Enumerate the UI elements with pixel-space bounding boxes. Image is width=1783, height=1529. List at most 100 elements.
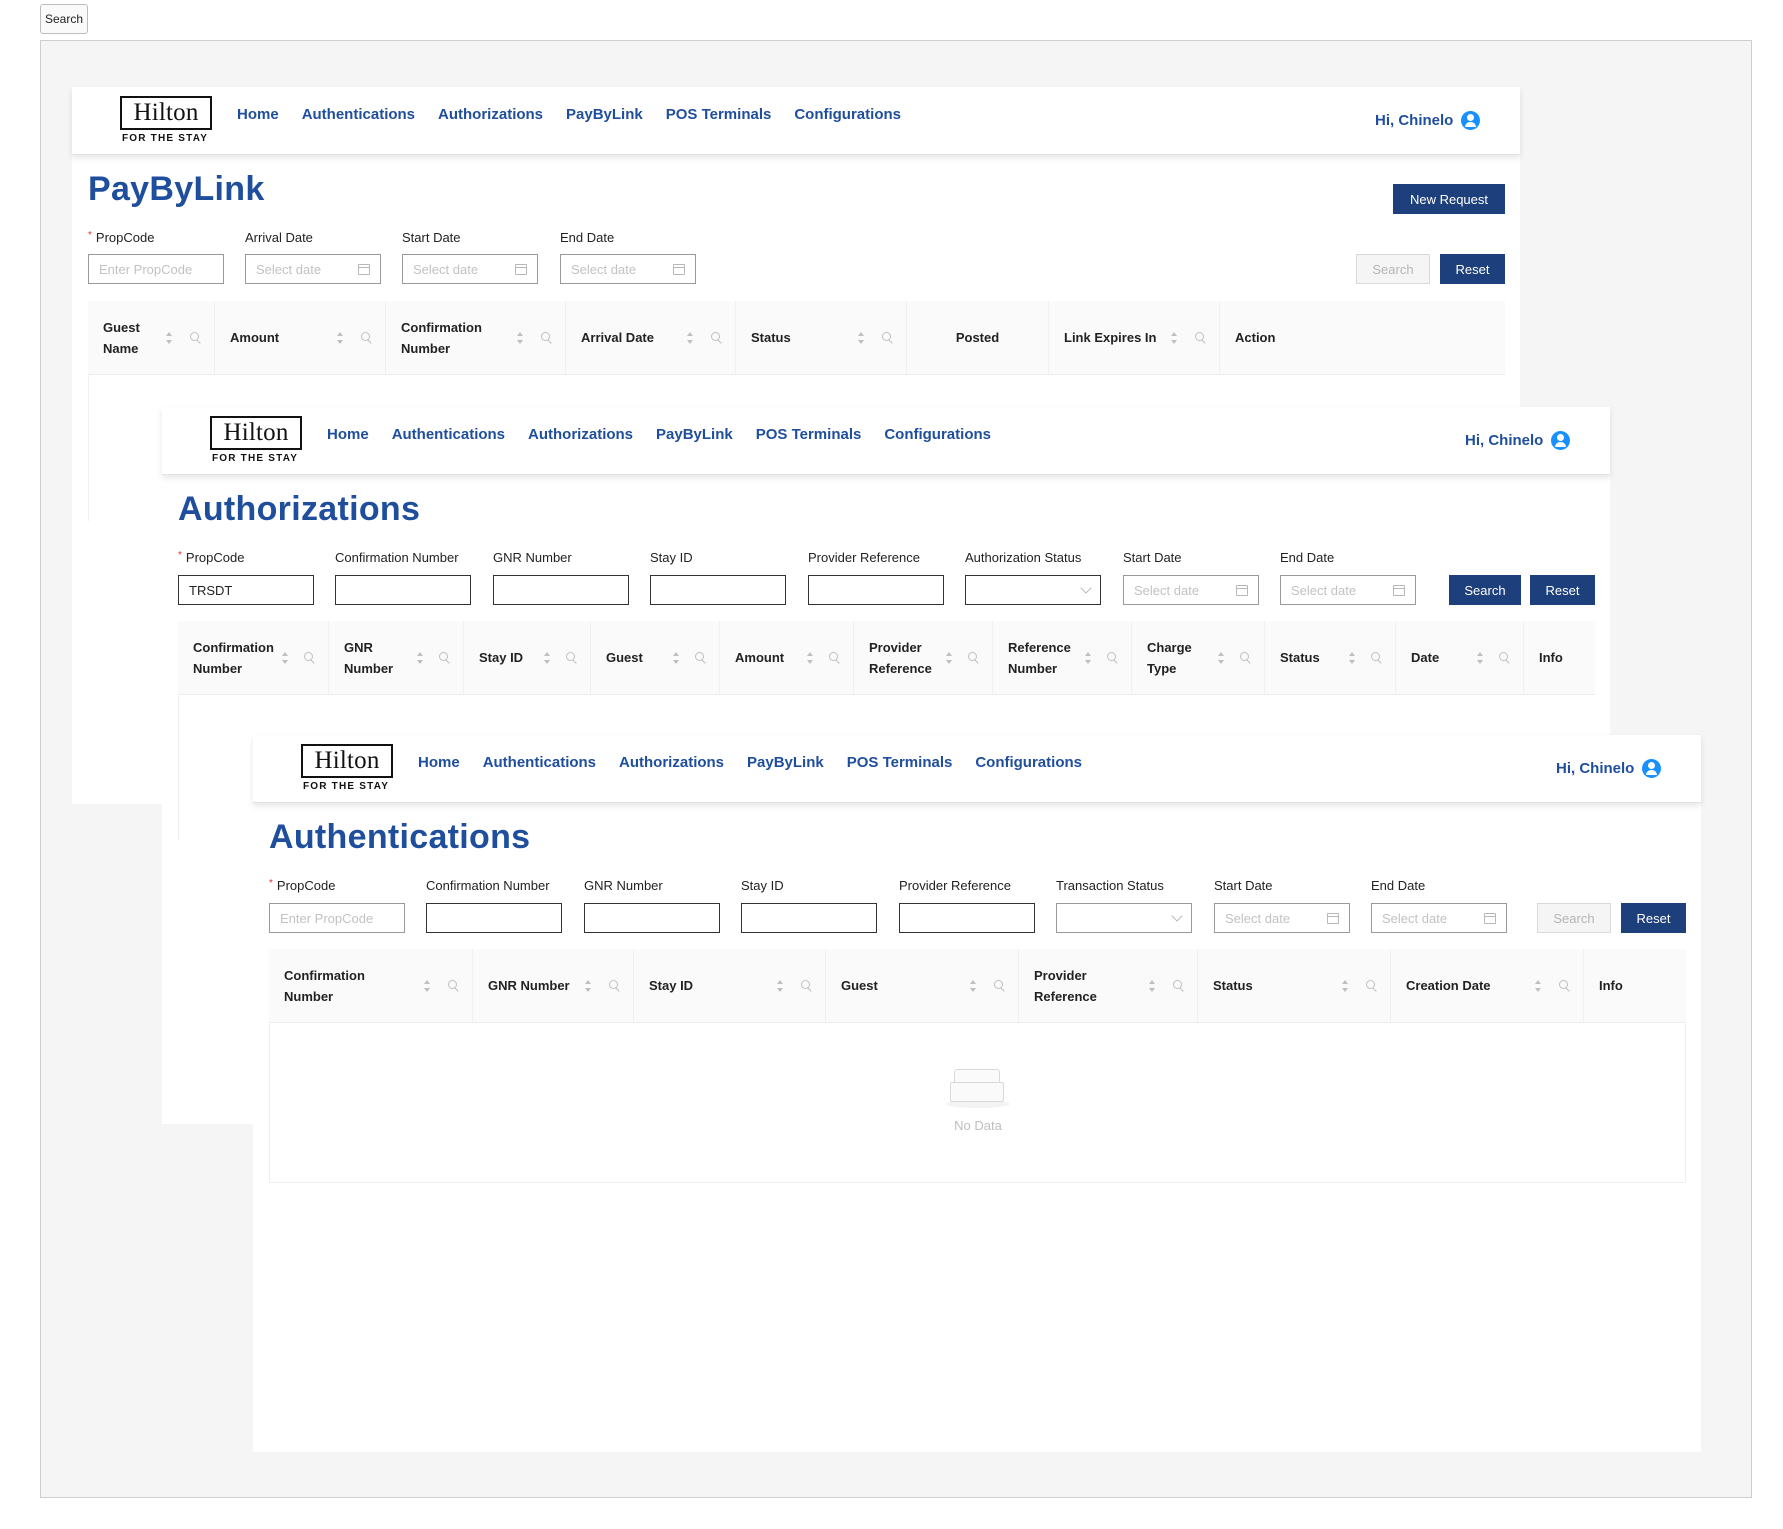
confirmation-number-input[interactable] <box>335 575 471 605</box>
nav-link-pos-terminals[interactable]: POS Terminals <box>756 426 862 443</box>
sort-icon[interactable] <box>1171 331 1178 344</box>
sort-icon[interactable] <box>1218 651 1225 664</box>
sort-icon[interactable] <box>417 651 424 664</box>
nav-link-configurations[interactable]: Configurations <box>884 426 991 443</box>
nav-link-pos-terminals[interactable]: POS Terminals <box>666 106 772 123</box>
column-header-confirmation-number[interactable]: Confirmation Number <box>386 301 566 374</box>
stay-id-input[interactable] <box>650 575 786 605</box>
search-icon[interactable] <box>439 651 451 664</box>
column-header-gnr-number[interactable]: GNR Number <box>329 621 464 694</box>
sort-icon[interactable] <box>544 651 551 664</box>
search-icon[interactable] <box>882 331 894 344</box>
nav-link-authentications[interactable]: Authentications <box>392 426 505 443</box>
reset-button[interactable]: Reset <box>1621 903 1686 933</box>
column-header-confirmation-number[interactable]: Confirmation Number <box>269 949 473 1022</box>
column-header-status[interactable]: Status <box>1198 949 1391 1022</box>
sort-icon[interactable] <box>673 651 680 664</box>
column-header-status[interactable]: Status <box>736 301 907 374</box>
nav-link-home[interactable]: Home <box>327 426 369 443</box>
sort-icon[interactable] <box>1349 651 1356 664</box>
nav-link-configurations[interactable]: Configurations <box>975 754 1082 771</box>
top-search-button[interactable]: Search <box>40 4 88 34</box>
propcode-input[interactable]: Enter PropCode <box>269 903 405 933</box>
reset-button[interactable]: Reset <box>1440 254 1505 284</box>
search-icon[interactable] <box>448 979 460 992</box>
search-icon[interactable] <box>829 651 841 664</box>
search-button[interactable]: Search <box>1356 254 1430 284</box>
sort-icon[interactable] <box>1477 651 1484 664</box>
end-date-picker[interactable]: Select date <box>560 254 696 284</box>
search-icon[interactable] <box>541 331 553 344</box>
hilton-logo[interactable]: Hilton FOR THE STAY <box>210 416 304 464</box>
gnr-number-input[interactable] <box>493 575 629 605</box>
search-icon[interactable] <box>968 651 980 664</box>
search-icon[interactable] <box>1240 651 1252 664</box>
column-header-provider-reference[interactable]: Provider Reference <box>1019 949 1198 1022</box>
confirmation-number-input[interactable] <box>426 903 562 933</box>
sort-icon[interactable] <box>585 979 592 992</box>
end-date-picker[interactable]: Select date <box>1280 575 1416 605</box>
search-icon[interactable] <box>190 331 202 344</box>
sort-icon[interactable] <box>166 331 173 344</box>
authorization-status-select[interactable] <box>965 575 1101 605</box>
user-menu[interactable]: Hi, Chinelo <box>1375 111 1481 130</box>
search-icon[interactable] <box>566 651 578 664</box>
column-header-charge-type[interactable]: Charge Type <box>1132 621 1265 694</box>
sort-icon[interactable] <box>1342 979 1349 992</box>
transaction-status-select[interactable] <box>1056 903 1192 933</box>
sort-icon[interactable] <box>946 651 953 664</box>
column-header-status[interactable]: Status <box>1265 621 1396 694</box>
sort-icon[interactable] <box>1149 979 1156 992</box>
search-icon[interactable] <box>304 651 316 664</box>
search-icon[interactable] <box>1107 651 1119 664</box>
user-menu[interactable]: Hi, Chinelo <box>1556 759 1662 778</box>
hilton-logo[interactable]: Hilton FOR THE STAY <box>301 744 395 792</box>
search-icon[interactable] <box>1371 651 1383 664</box>
search-icon[interactable] <box>1173 979 1185 992</box>
column-header-date[interactable]: Date <box>1396 621 1524 694</box>
search-button[interactable]: Search <box>1537 903 1611 933</box>
sort-icon[interactable] <box>1085 651 1092 664</box>
search-icon[interactable] <box>1195 331 1207 344</box>
column-header-guest[interactable]: Guest <box>591 621 720 694</box>
end-date-picker[interactable]: Select date <box>1371 903 1507 933</box>
search-icon[interactable] <box>361 331 373 344</box>
arrival-date-picker[interactable]: Select date <box>245 254 381 284</box>
sort-icon[interactable] <box>424 979 431 992</box>
column-header-amount[interactable]: Amount <box>720 621 854 694</box>
search-button[interactable]: Search <box>1449 575 1521 605</box>
provider-reference-input[interactable] <box>899 903 1035 933</box>
nav-link-authentications[interactable]: Authentications <box>302 106 415 123</box>
column-header-stay-id[interactable]: Stay ID <box>634 949 826 1022</box>
search-icon[interactable] <box>695 651 707 664</box>
column-header-amount[interactable]: Amount <box>215 301 386 374</box>
search-icon[interactable] <box>1366 979 1378 992</box>
column-header-provider-reference[interactable]: Provider Reference <box>854 621 993 694</box>
nav-link-paybylink[interactable]: PayByLink <box>747 754 824 771</box>
sort-icon[interactable] <box>858 331 865 344</box>
sort-icon[interactable] <box>687 331 694 344</box>
new-request-button[interactable]: New Request <box>1393 184 1505 214</box>
nav-link-home[interactable]: Home <box>237 106 279 123</box>
propcode-input[interactable]: TRSDT <box>178 575 314 605</box>
sort-icon[interactable] <box>1535 979 1542 992</box>
nav-link-paybylink[interactable]: PayByLink <box>656 426 733 443</box>
column-header-guest[interactable]: Guest <box>826 949 1019 1022</box>
nav-link-authorizations[interactable]: Authorizations <box>438 106 543 123</box>
column-header-reference-number[interactable]: Reference Number <box>993 621 1132 694</box>
search-icon[interactable] <box>994 979 1006 992</box>
search-icon[interactable] <box>1499 651 1511 664</box>
start-date-picker[interactable]: Select date <box>402 254 538 284</box>
nav-link-paybylink[interactable]: PayByLink <box>566 106 643 123</box>
sort-icon[interactable] <box>337 331 344 344</box>
nav-link-authorizations[interactable]: Authorizations <box>528 426 633 443</box>
nav-link-authentications[interactable]: Authentications <box>483 754 596 771</box>
gnr-number-input[interactable] <box>584 903 720 933</box>
sort-icon[interactable] <box>777 979 784 992</box>
start-date-picker[interactable]: Select date <box>1214 903 1350 933</box>
sort-icon[interactable] <box>517 331 524 344</box>
nav-link-pos-terminals[interactable]: POS Terminals <box>847 754 953 771</box>
start-date-picker[interactable]: Select date <box>1123 575 1259 605</box>
sort-icon[interactable] <box>282 651 289 664</box>
user-menu[interactable]: Hi, Chinelo <box>1465 431 1571 450</box>
